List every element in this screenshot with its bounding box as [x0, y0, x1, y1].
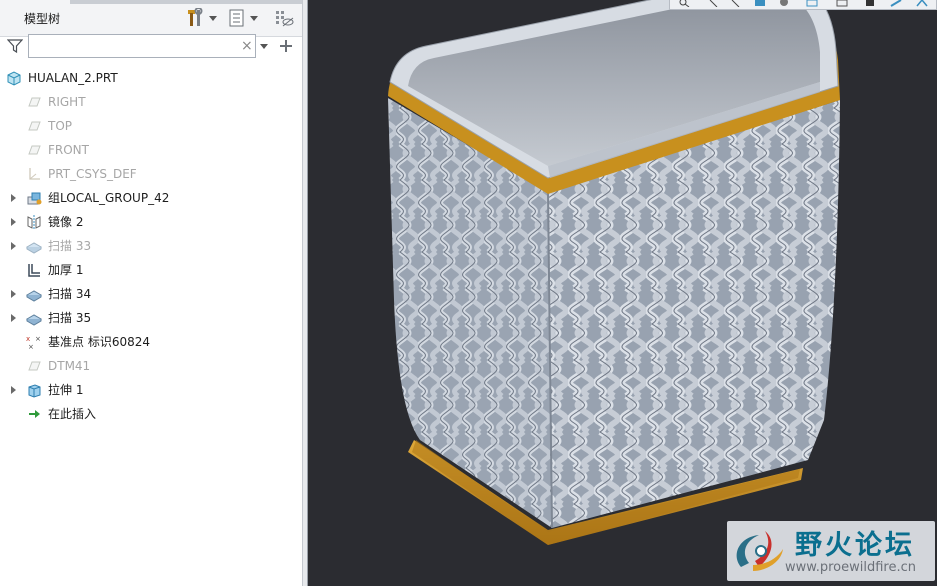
tree-root-label: HUALAN_2.PRT — [28, 71, 118, 85]
tree-item-label: 扫描 35 — [48, 311, 92, 325]
tree-item[interactable]: 在此插入 — [0, 402, 302, 426]
tree-item-label: 扫描 34 — [48, 287, 92, 301]
tree-item[interactable]: PRT_CSYS_DEF — [0, 162, 302, 186]
tree-item[interactable]: 加厚 1 — [0, 258, 302, 282]
tree-item[interactable]: DTM41 — [0, 354, 302, 378]
svg-text:x: x — [26, 335, 30, 343]
zoom-in-icon[interactable] — [708, 0, 720, 7]
tree-item-label: 镜像 2 — [48, 215, 84, 229]
show-hide-button[interactable] — [274, 6, 294, 30]
model-tree-panel: 模型树 × HUALAN_2.PRT RIGHT TOP FRONT PRT_C… — [0, 0, 303, 586]
svg-text:×: × — [35, 335, 41, 343]
datum-plane-icon — [28, 361, 41, 371]
model-tree-tab-strip: 模型树 — [0, 0, 302, 37]
tree-item-label: 拉伸 1 — [48, 383, 84, 397]
part-cube-icon — [7, 71, 21, 86]
saved-views-icon[interactable] — [806, 0, 818, 7]
perspective-icon[interactable] — [890, 0, 902, 7]
sweep-icon — [26, 314, 42, 326]
tree-item-label: 扫描 33 — [48, 239, 92, 253]
svg-text:×: × — [28, 343, 34, 350]
forum-watermark: 野火论坛 www.proewildfire.cn — [727, 521, 935, 581]
graphics-toolbar — [669, 0, 937, 10]
tree-item-label: 组LOCAL_GROUP_42 — [48, 191, 170, 205]
group-icon — [27, 192, 42, 205]
clear-search-icon[interactable]: × — [241, 38, 253, 54]
thicken-icon — [28, 264, 40, 277]
visibility-grid-icon — [276, 11, 294, 27]
display-style-icon[interactable] — [864, 0, 876, 7]
tree-display-button[interactable] — [228, 6, 258, 30]
expand-arrow-icon[interactable] — [11, 218, 16, 226]
wildfire-flame-logo-icon — [736, 531, 783, 571]
expand-arrow-icon[interactable] — [11, 314, 16, 322]
tree-item[interactable]: 扫描 34 — [0, 282, 302, 306]
tree-item-label: PRT_CSYS_DEF — [48, 167, 137, 181]
expand-arrow-icon[interactable] — [11, 386, 16, 394]
tree-item-label: FRONT — [48, 143, 89, 157]
add-plus-icon[interactable] — [279, 39, 293, 53]
datum-display-icon[interactable] — [916, 0, 928, 7]
watermark-url: www.proewildfire.cn — [785, 560, 916, 575]
tree-item-label: DTM41 — [48, 359, 91, 373]
watermark-title: 野火论坛 — [795, 530, 915, 561]
sweep-icon — [26, 290, 42, 302]
tree-item[interactable]: 组LOCAL_GROUP_42 — [0, 186, 302, 210]
coordinate-system-icon — [29, 168, 40, 180]
view-manager-icon[interactable] — [836, 0, 848, 7]
hammer-wrench-icon — [188, 8, 203, 26]
filter-funnel-icon[interactable] — [7, 38, 23, 54]
search-input[interactable] — [33, 36, 237, 58]
sweep-icon — [26, 242, 42, 254]
expand-arrow-icon[interactable] — [11, 194, 16, 202]
zoom-out-icon[interactable] — [730, 0, 742, 7]
tree-item[interactable]: 拉伸 1 — [0, 378, 302, 402]
tree-item[interactable]: x × × 基准点 标识60824 — [0, 330, 302, 354]
extrude-icon — [28, 384, 41, 398]
tree-root-item[interactable]: HUALAN_2.PRT — [0, 66, 302, 90]
tree-item-label: 基准点 标识60824 — [48, 335, 150, 349]
tree-item[interactable]: 扫描 35 — [0, 306, 302, 330]
chevron-down-icon — [209, 15, 217, 21]
tree-item[interactable]: 镜像 2 — [0, 210, 302, 234]
tree-item[interactable]: 扫描 33 — [0, 234, 302, 258]
datum-point-icon: x ×× — [26, 335, 41, 350]
datum-plane-icon — [28, 145, 41, 155]
mirror-icon — [27, 215, 41, 229]
tree-item[interactable]: TOP — [0, 114, 302, 138]
datum-plane-icon — [28, 97, 41, 107]
search-box[interactable]: × — [28, 34, 256, 58]
laundry-basket-3d-model — [388, 0, 840, 545]
tree-item-label: 在此插入 — [48, 407, 97, 421]
chevron-down-icon — [250, 15, 258, 21]
zoom-icon[interactable] — [678, 0, 690, 7]
datum-plane-icon — [28, 121, 41, 131]
tree-item-label: 加厚 1 — [48, 263, 84, 277]
tree-item-label: RIGHT — [48, 95, 86, 109]
tree-item[interactable]: FRONT — [0, 138, 302, 162]
graphics-viewport[interactable] — [308, 0, 937, 586]
tree-item-label: TOP — [48, 119, 73, 133]
search-options-chevron-down-icon[interactable] — [260, 44, 268, 49]
settings-tools-button[interactable] — [185, 6, 217, 30]
model-tree-tab-title[interactable]: 模型树 — [24, 10, 60, 27]
refit-icon[interactable] — [754, 0, 766, 7]
expand-arrow-icon[interactable] — [11, 242, 16, 250]
tree-item[interactable]: RIGHT — [0, 90, 302, 114]
expand-arrow-icon[interactable] — [11, 290, 16, 298]
list-document-icon — [229, 9, 244, 27]
tab-strip-top-border — [70, 0, 302, 4]
insert-here-arrow-icon — [29, 410, 40, 418]
shading-icon[interactable] — [778, 0, 790, 7]
